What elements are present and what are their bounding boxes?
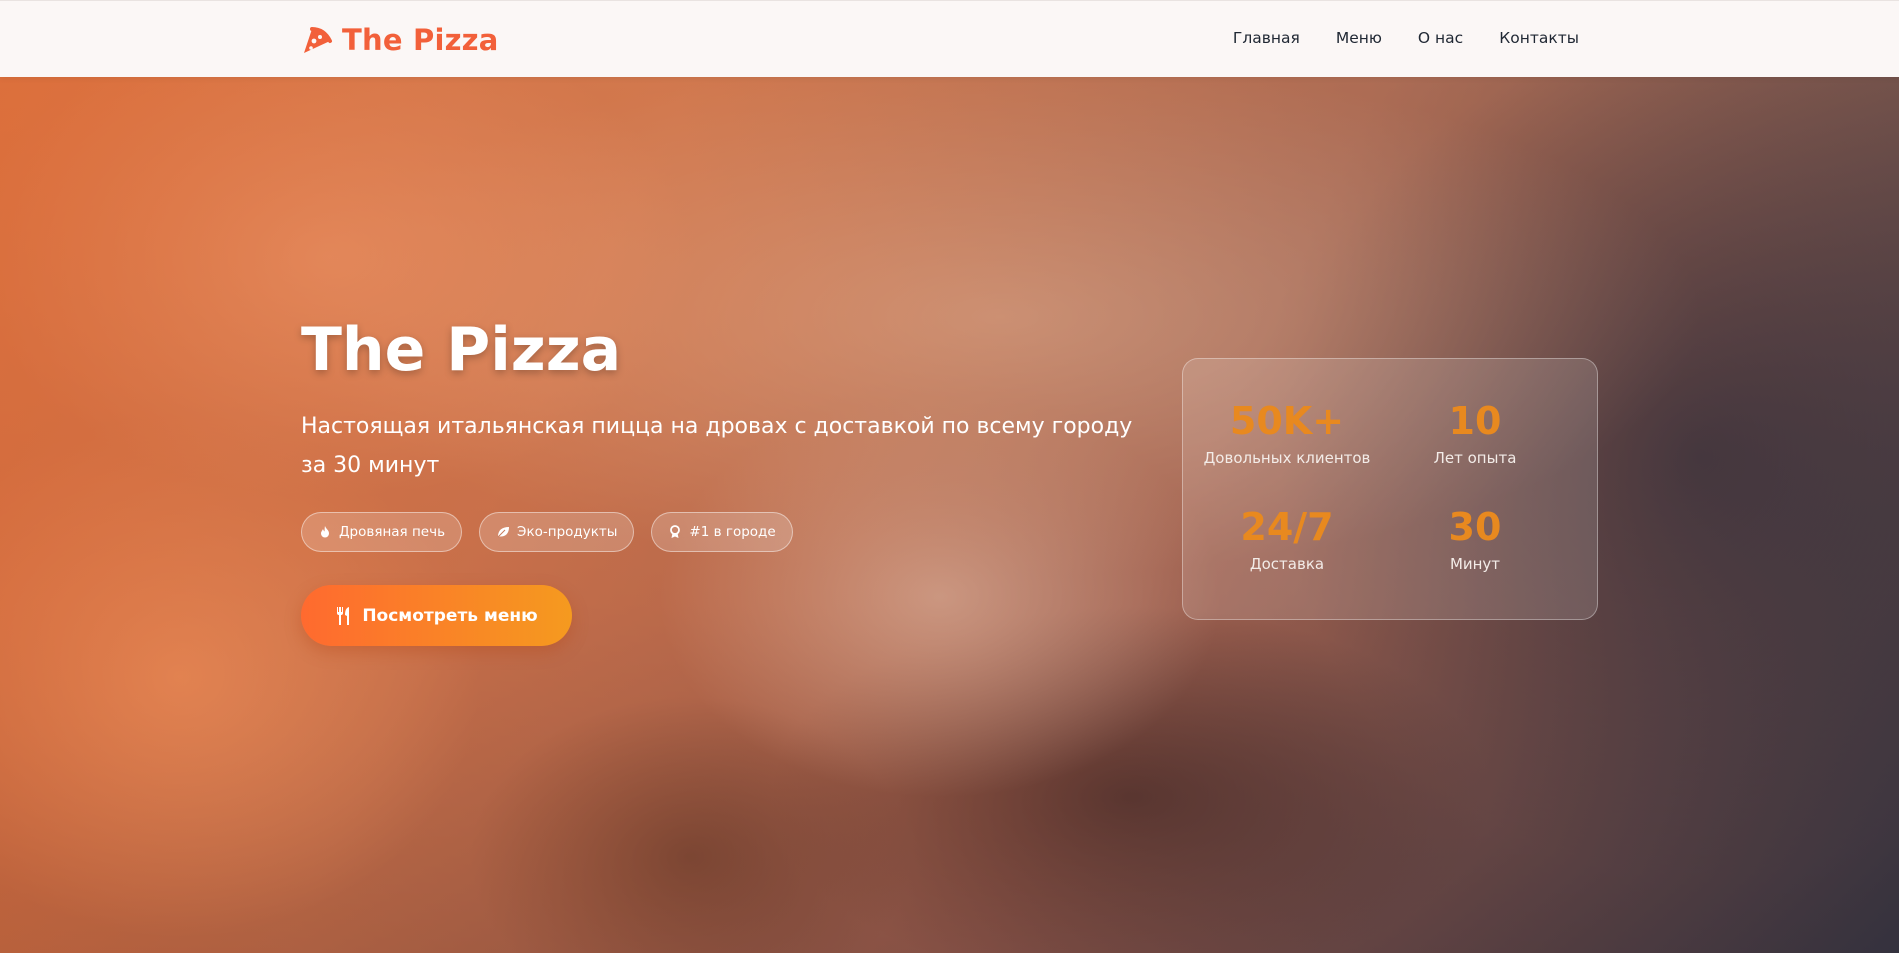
- fire-icon: [321, 526, 329, 538]
- stat-label: Довольных клиентов: [1203, 449, 1371, 467]
- stat-value: 24/7: [1240, 505, 1334, 549]
- view-menu-button[interactable]: Посмотреть меню: [301, 585, 572, 646]
- brand-logo[interactable]: The Pizza: [300, 22, 499, 58]
- stat-minutes: 30 Минут: [1371, 505, 1579, 573]
- main-nav: Главная Меню О нас Контакты: [1233, 29, 1579, 47]
- stat-clients: 50K+ Довольных клиентов: [1183, 399, 1391, 467]
- badge-wood-oven: Дровяная печь: [301, 512, 463, 552]
- leaf-icon: [497, 527, 510, 538]
- stats-card: 50K+ Довольных клиентов 10 Лет опыта 24/…: [1182, 358, 1598, 620]
- nav-item-home[interactable]: Главная: [1233, 29, 1300, 47]
- badge-number-one: #1 в городе: [651, 512, 793, 552]
- site-header: The Pizza Главная Меню О нас Контакты: [0, 0, 1899, 77]
- pizza-slice-icon: [304, 27, 332, 53]
- stat-label: Доставка: [1249, 555, 1325, 573]
- stat-label: Лет опыта: [1433, 449, 1517, 467]
- feature-badges: Дровяная печь Эко-продукты #1 в городе: [301, 512, 793, 552]
- brand-name: The Pizza: [342, 23, 499, 57]
- stat-value: 30: [1448, 505, 1502, 549]
- stat-years: 10 Лет опыта: [1371, 399, 1579, 467]
- hero-subtitle: Настоящая итальянская пицца на дровах с …: [301, 414, 1133, 478]
- stat-value: 10: [1448, 399, 1502, 443]
- utensils-icon: [337, 606, 350, 625]
- nav-item-about[interactable]: О нас: [1418, 29, 1463, 47]
- nav-item-menu[interactable]: Меню: [1336, 29, 1382, 47]
- badge-label: Дровяная печь: [339, 524, 446, 540]
- nav-item-contacts[interactable]: Контакты: [1499, 29, 1579, 47]
- badge-label: #1 в городе: [689, 524, 776, 540]
- badge-label: Эко-продукты: [517, 524, 618, 540]
- hero-section: The Pizza Настоящая итальянская пицца на…: [0, 77, 1899, 953]
- stat-value: 50K+: [1229, 399, 1345, 443]
- view-menu-label: Посмотреть меню: [362, 605, 538, 626]
- award-icon: [670, 525, 681, 538]
- badge-eco: Эко-продукты: [479, 512, 635, 552]
- hero-title: The Pizza: [301, 315, 622, 385]
- stat-label: Минут: [1449, 555, 1501, 573]
- stat-delivery: 24/7 Доставка: [1183, 505, 1391, 573]
